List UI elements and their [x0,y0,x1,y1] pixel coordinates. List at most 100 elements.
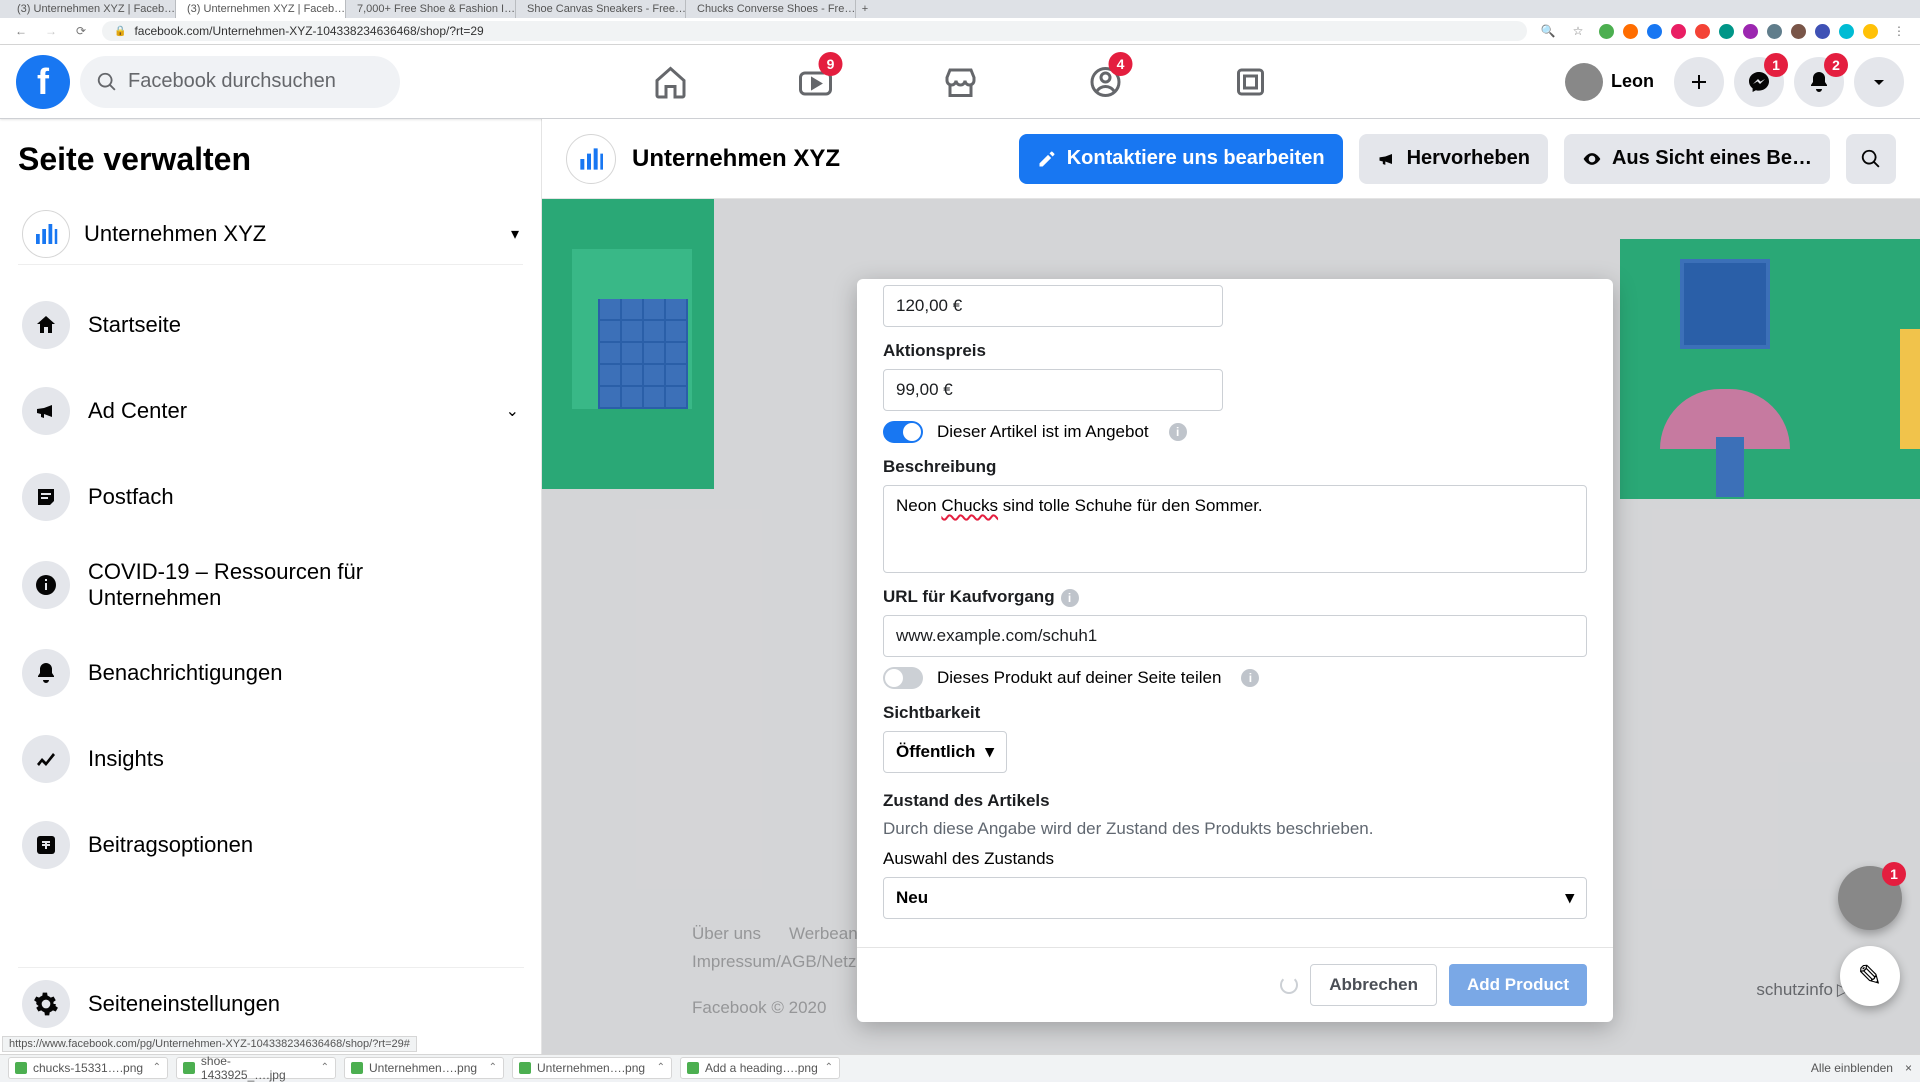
extension-icon[interactable] [1671,24,1686,39]
download-item[interactable]: Add a heading….png⌃ [680,1057,840,1079]
page-search-button[interactable] [1846,134,1896,184]
chat-head[interactable]: 1 [1838,866,1902,930]
messenger-button[interactable]: 1 [1734,57,1784,107]
description-textarea[interactable]: Neon Chucks sind tolle Schuhe für den So… [883,485,1587,573]
show-all-downloads[interactable]: Alle einblenden [1811,1061,1893,1075]
promote-button[interactable]: Hervorheben [1359,134,1548,184]
new-tab-button[interactable]: + [856,3,874,15]
sidebar-item-label: Postfach [88,484,174,510]
browser-tab[interactable]: (3) Unternehmen XYZ | Faceb…× [6,0,176,18]
view-as-button[interactable]: Aus Sicht eines Be… [1564,134,1830,184]
footer-link[interactable]: schutzinfo ▷ [1756,980,1850,1000]
page-selector[interactable]: Unternehmen XYZ ▾ [18,204,523,265]
extension-icon[interactable] [1815,24,1830,39]
account-menu-button[interactable] [1854,57,1904,107]
sidebar-item-inbox[interactable]: Postfach [18,461,523,533]
visibility-select[interactable]: Öffentlich▾ [883,731,1007,773]
download-item[interactable]: shoe-1433925_….jpg⌃ [176,1057,336,1079]
download-item[interactable]: Unternehmen….png⌃ [344,1057,504,1079]
nav-gaming[interactable] [1183,46,1318,119]
extension-icon[interactable] [1743,24,1758,39]
info-icon [22,561,70,609]
reload-icon[interactable]: ⟳ [72,24,90,38]
description-label: Beschreibung [883,457,1587,477]
extension-icon[interactable] [1863,24,1878,39]
new-message-button[interactable]: ✎ [1840,946,1900,1006]
sidebar-item-adcenter[interactable]: Ad Center⌄ [18,375,523,447]
info-icon[interactable]: i [1241,669,1259,687]
star-icon[interactable]: ☆ [1569,24,1587,38]
extension-icon[interactable] [1839,24,1854,39]
sidebar-item-settings[interactable]: Seiteneinstellungen [18,967,524,1040]
download-item[interactable]: chucks-15331….png⌃ [8,1057,168,1079]
chevron-up-icon[interactable]: ⌃ [489,1062,497,1073]
address-bar[interactable]: 🔒 facebook.com/Unternehmen-XYZ-104338234… [102,21,1527,41]
cancel-button[interactable]: Abbrechen [1310,964,1437,1006]
file-icon [15,1062,27,1074]
browser-tab[interactable]: Chucks Converse Shoes - Fre…× [686,0,856,18]
browser-tabbar: (3) Unternehmen XYZ | Faceb…× (3) Untern… [0,0,1920,18]
edit-contact-button[interactable]: Kontaktiere uns bearbeiten [1019,134,1343,184]
sidebar-item-home[interactable]: Startseite [18,289,523,361]
share-toggle[interactable] [883,667,923,689]
sidebar-item-notifications[interactable]: Benachrichtigungen [18,637,523,709]
add-product-modal: Aktionspreis Dieser Artikel ist im Angeb… [857,279,1613,1022]
search-input[interactable]: Facebook durchsuchen [80,56,400,108]
share-toggle-row: Dieses Produkt auf deiner Seite teilen i [883,667,1587,689]
close-shelf-icon[interactable]: × [1905,1061,1912,1075]
extension-icon[interactable] [1791,24,1806,39]
condition-select[interactable]: Neu▾ [883,877,1587,919]
browser-tab[interactable]: (3) Unternehmen XYZ | Faceb…× [176,0,346,18]
cover-art [542,199,714,489]
extension-icon[interactable] [1647,24,1662,39]
watch-badge: 9 [819,52,843,76]
nav-watch[interactable]: 9 [748,46,883,119]
status-bar: https://www.facebook.com/pg/Unternehmen-… [2,1036,417,1052]
share-toggle-label: Dieses Produkt auf deiner Seite teilen [937,668,1221,688]
extension-icon[interactable] [1623,24,1638,39]
download-item[interactable]: Unternehmen….png⌃ [512,1057,672,1079]
chevron-up-icon[interactable]: ⌃ [321,1062,329,1073]
notifications-button[interactable]: 2 [1794,57,1844,107]
nav-home[interactable] [603,46,738,119]
loading-spinner-icon [1280,976,1298,994]
price-input[interactable] [883,285,1223,327]
address-url: facebook.com/Unternehmen-XYZ-10433823463… [134,24,483,38]
checkout-url-input[interactable] [883,615,1587,657]
sidebar-item-insights[interactable]: Insights [18,723,523,795]
extension-icon[interactable] [1599,24,1614,39]
condition-subtitle: Durch diese Angabe wird der Zustand des … [883,819,1587,839]
extension-icon[interactable] [1719,24,1734,39]
browser-tab[interactable]: Shoe Canvas Sneakers - Free…× [516,0,686,18]
bell-icon [22,649,70,697]
forward-icon[interactable]: → [42,24,60,38]
tab-title: (3) Unternehmen XYZ | Faceb… [187,3,345,15]
sale-price-input[interactable] [883,369,1223,411]
inbox-icon [22,473,70,521]
zoom-icon[interactable]: 🔍 [1539,24,1557,38]
facebook-logo[interactable]: f [16,55,70,109]
facebook-header: f Facebook durchsuchen 9 4 Leon 1 2 [0,45,1920,119]
extension-icon[interactable] [1767,24,1782,39]
profile-chip[interactable]: Leon [1555,58,1664,106]
info-icon[interactable]: i [1061,589,1079,607]
chevron-up-icon[interactable]: ⌃ [657,1062,665,1073]
add-product-button[interactable]: Add Product [1449,964,1587,1006]
chrome-menu-icon[interactable]: ⋮ [1890,24,1908,38]
browser-tab[interactable]: 7,000+ Free Shoe & Fashion I…× [346,0,516,18]
extension-icon[interactable] [1695,24,1710,39]
on-sale-toggle-row: Dieser Artikel ist im Angebot i [883,421,1587,443]
sidebar-item-covid[interactable]: COVID-19 – Ressourcen für Unternehmen [18,547,523,623]
create-button[interactable] [1674,57,1724,107]
info-icon[interactable]: i [1169,423,1187,441]
on-sale-toggle[interactable] [883,421,923,443]
chevron-up-icon[interactable]: ⌃ [825,1062,833,1073]
notifications-badge: 2 [1824,53,1848,77]
profile-name: Leon [1611,71,1654,92]
chevron-up-icon[interactable]: ⌃ [153,1062,161,1073]
sidebar-item-publishing[interactable]: Beitragsoptionen [18,809,523,881]
back-icon[interactable]: ← [12,24,30,38]
nav-groups[interactable]: 4 [1038,46,1173,119]
gaming-icon [1232,64,1268,100]
nav-marketplace[interactable] [893,46,1028,119]
